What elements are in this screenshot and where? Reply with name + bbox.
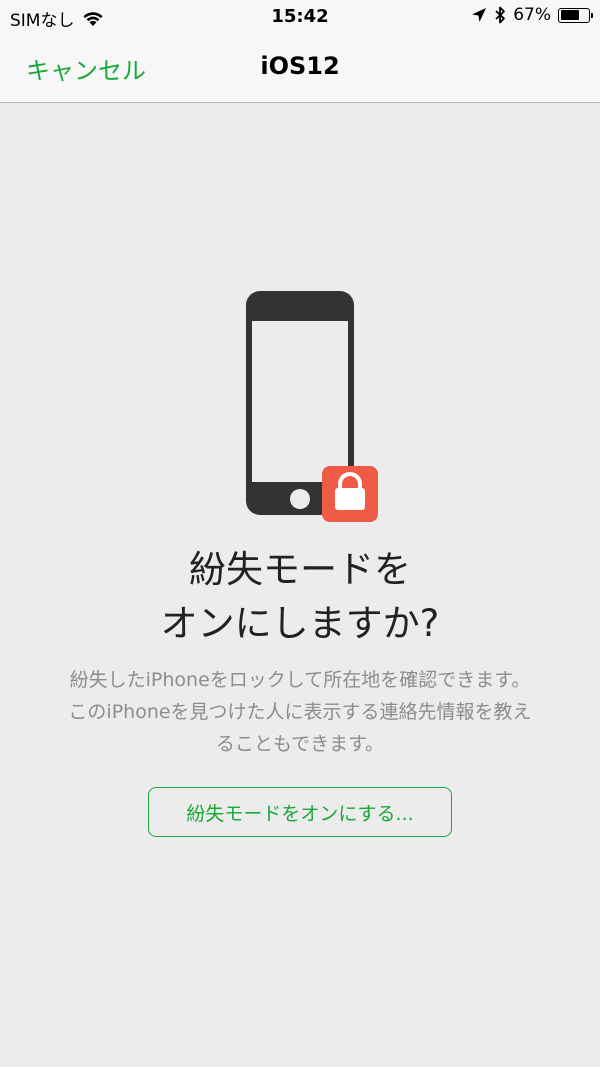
lost-mode-description: 紛失したiPhoneをロックして所在地を確認できます。 このiPhoneを見つけ… xyxy=(20,664,580,760)
lock-icon xyxy=(322,466,378,522)
location-arrow-icon xyxy=(472,8,487,22)
nav-title: iOS12 xyxy=(260,52,340,80)
headline-line-1: 紛失モードを xyxy=(189,548,411,591)
lost-mode-headline: 紛失モードを オンにしますか? xyxy=(0,543,600,651)
description-line-1: 紛失したiPhoneをロックして所在地を確認できます。 xyxy=(69,669,531,691)
battery-percent: 67% xyxy=(513,5,551,25)
status-right-group: 67% xyxy=(471,5,593,25)
battery-fill xyxy=(560,10,579,20)
bluetooth-icon xyxy=(495,6,506,24)
status-bar: SIMなし 15:42 67% xyxy=(0,0,600,34)
battery-icon xyxy=(558,7,593,23)
navigation-bar: キャンセル iOS12 xyxy=(0,34,600,103)
headline-line-2: オンにしますか? xyxy=(160,602,440,645)
enable-lost-mode-button[interactable]: 紛失モードをオンにする... xyxy=(148,787,452,837)
description-line-2: このiPhoneを見つけた人に表示する連絡先情報を教え xyxy=(68,701,532,723)
description-line-3: ることもできます。 xyxy=(215,733,385,755)
lost-mode-illustration xyxy=(240,288,390,528)
